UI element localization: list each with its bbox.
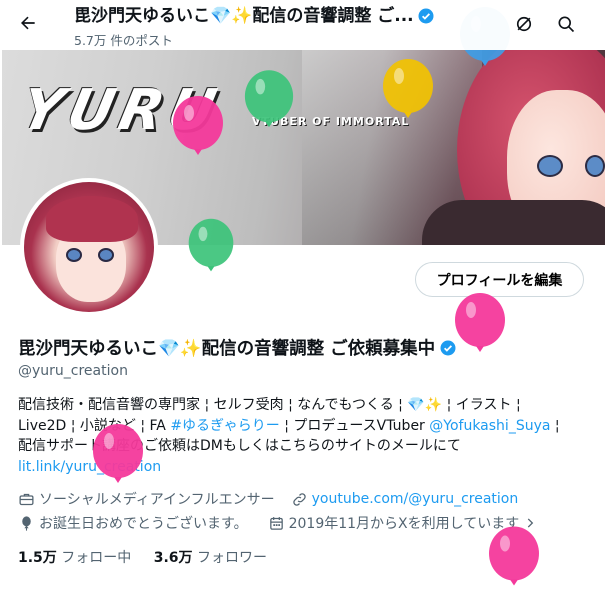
profile-header: 毘沙門天ゆるいこ💎✨配信の音響調整 ご... 5.7万 件のポスト bbox=[0, 0, 607, 50]
verified-badge-icon bbox=[418, 8, 434, 24]
header-titles: 毘沙門天ゆるいこ💎✨配信の音響調整 ご... 5.7万 件のポスト bbox=[74, 3, 514, 49]
following-label: フォロー中 bbox=[61, 550, 132, 566]
website-item: youtube.com/@yuru_creation bbox=[291, 491, 519, 508]
balloon-icon bbox=[383, 59, 433, 118]
follow-stats: 1.5万 フォロー中 3.6万 フォロワー bbox=[18, 547, 267, 567]
back-arrow-icon bbox=[21, 16, 35, 30]
banner-eye bbox=[537, 155, 563, 177]
balloon-icon bbox=[489, 526, 539, 586]
following-link[interactable]: 1.5万 フォロー中 bbox=[18, 550, 131, 566]
birthday-item: お誕生日おめでとうございます。 bbox=[18, 513, 248, 533]
calendar-icon bbox=[269, 516, 283, 530]
joined-label: 2019年11月からXを利用しています bbox=[288, 516, 520, 532]
followers-link[interactable]: 3.6万 フォロワー bbox=[154, 550, 267, 566]
display-name: 毘沙門天ゆるいこ💎✨配信の音響調整 ご依頼募集中 bbox=[18, 339, 436, 359]
avatar-eye bbox=[66, 248, 82, 262]
balloon-icon bbox=[93, 424, 143, 483]
balloon-icon bbox=[188, 218, 234, 272]
balloon-icon bbox=[244, 70, 294, 128]
search-icon bbox=[558, 16, 575, 33]
bio-text: ¦ bbox=[550, 417, 560, 434]
banner-collar bbox=[422, 200, 605, 245]
category-item: ソーシャルメディアインフルエンサー bbox=[18, 489, 275, 509]
avatar-eye bbox=[98, 248, 114, 262]
hashtag-link[interactable]: #ゆるぎゃらりー bbox=[170, 418, 279, 434]
website-link[interactable]: youtube.com/@yuru_creation bbox=[312, 491, 519, 507]
balloon-icon bbox=[455, 293, 505, 352]
post-count: 5.7万 件のポスト bbox=[74, 33, 173, 48]
mention-link[interactable]: @Yofukashi_Suya bbox=[429, 418, 550, 434]
birthday-label: お誕生日おめでとうございます。 bbox=[39, 516, 248, 532]
category-label: ソーシャルメディアインフルエンサー bbox=[39, 492, 275, 508]
search-button[interactable] bbox=[554, 12, 578, 36]
no-sync-icon bbox=[516, 16, 532, 32]
back-button[interactable] bbox=[14, 9, 42, 37]
header-title: 毘沙門天ゆるいこ💎✨配信の音響調整 ご... bbox=[74, 6, 414, 26]
avatar-hair bbox=[46, 196, 138, 242]
followers-count: 3.6万 bbox=[153, 550, 193, 566]
link-icon bbox=[292, 492, 306, 506]
balloon-icon bbox=[173, 96, 223, 155]
bio-text: ¦ プロデュースVTuber bbox=[279, 417, 430, 434]
user-handle: @yuru_creation bbox=[18, 363, 128, 379]
banner-eye bbox=[585, 155, 605, 177]
followers-label: フォロワー bbox=[196, 550, 267, 566]
profile-meta-row-2: お誕生日おめでとうございます。 2019年11月からXを利用しています bbox=[18, 513, 541, 533]
briefcase-icon bbox=[19, 493, 34, 505]
profile-name-row: 毘沙門天ゆるいこ💎✨配信の音響調整 ご依頼募集中 bbox=[18, 335, 457, 360]
bio-line: 配信技術・配信音響の専門家 ¦ セルフ受肉 ¦ なんでもつくる ¦ 💎✨ ¦ イ… bbox=[18, 397, 521, 413]
balloon-icon bbox=[22, 515, 31, 531]
following-count: 1.5万 bbox=[18, 550, 57, 566]
avatar[interactable] bbox=[20, 178, 158, 316]
no-sync-button[interactable] bbox=[512, 12, 536, 36]
header-title-row: 毘沙門天ゆるいこ💎✨配信の音響調整 ご... bbox=[74, 3, 514, 29]
